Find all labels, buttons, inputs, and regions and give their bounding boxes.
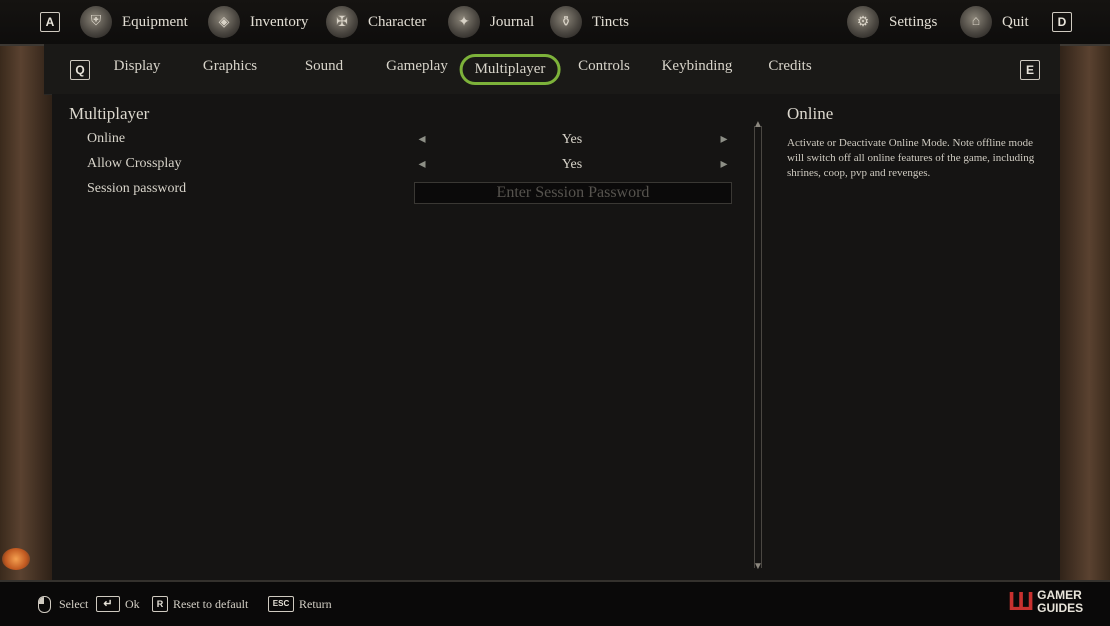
nav-label: Tincts — [592, 13, 629, 30]
logo-mark: Ш — [1008, 586, 1034, 616]
tab-credits[interactable]: Credits — [768, 58, 811, 75]
character-icon: ✠ — [326, 6, 358, 38]
left-wall-decoration — [0, 44, 52, 580]
arrow-left-icon[interactable]: ◂ — [414, 132, 430, 148]
setting-label-crossplay: Allow Crossplay — [87, 156, 182, 171]
gate-icon: ⌂ — [960, 6, 992, 38]
mouse-icon — [38, 595, 51, 613]
nav-label: Equipment — [122, 13, 188, 30]
hint-label: Return — [299, 596, 332, 611]
key-hint-e[interactable]: E — [1020, 60, 1040, 80]
tab-graphics[interactable]: Graphics — [203, 58, 257, 75]
setting-value-online[interactable]: Yes — [500, 132, 644, 148]
tab-controls[interactable]: Controls — [578, 58, 630, 75]
nav-label: Journal — [490, 13, 535, 30]
setting-label-online: Online — [87, 131, 126, 146]
hint-reset[interactable]: R Reset to default — [152, 582, 248, 626]
scrollbar[interactable] — [754, 126, 762, 568]
journal-icon: ✦ — [448, 6, 480, 38]
helmet-icon: ⛨ — [80, 6, 112, 38]
top-nav-bar: A ⛨ Equipment ◈ Inventory ✠ Character ✦ … — [0, 0, 1110, 46]
nav-item-equipment[interactable]: ⛨ Equipment — [80, 0, 188, 44]
info-title: Online — [787, 104, 834, 123]
esc-key-icon: ESC — [268, 596, 294, 612]
nav-label: Settings — [889, 13, 938, 30]
section-title: Multiplayer — [69, 104, 150, 123]
tab-sound[interactable]: Sound — [305, 58, 343, 75]
tab-multiplayer[interactable]: Multiplayer — [459, 54, 561, 85]
nav-item-settings[interactable]: ⚙ Settings — [847, 0, 937, 44]
hint-select[interactable]: Select — [38, 582, 88, 626]
setting-value-crossplay[interactable]: Yes — [500, 157, 644, 173]
arrow-right-icon[interactable]: ▸ — [716, 132, 732, 148]
hint-return[interactable]: ESC Return — [268, 582, 332, 626]
logo-line-1: GAMER — [1037, 587, 1082, 602]
nav-label: Character — [368, 13, 427, 30]
arrow-left-icon[interactable]: ◂ — [414, 157, 430, 173]
nav-item-character[interactable]: ✠ Character — [326, 0, 426, 44]
arrow-right-icon[interactable]: ▸ — [716, 157, 732, 173]
nav-item-tincts[interactable]: ⚱ Tincts — [550, 0, 629, 44]
candle-glow — [2, 548, 30, 570]
settings-icon: ⚙ — [847, 6, 879, 38]
r-key-icon: R — [152, 596, 168, 612]
settings-tab-bar: Q Display Graphics Sound Gameplay Multip… — [44, 44, 1060, 95]
logo-text: GAMER GUIDES — [1037, 587, 1084, 615]
hint-label: Ok — [125, 596, 140, 611]
enter-key-icon: ↵ — [96, 596, 120, 612]
nav-label: Inventory — [250, 13, 309, 30]
key-hint-d[interactable]: D — [1052, 12, 1072, 32]
nav-item-quit[interactable]: ⌂ Quit — [960, 0, 1029, 44]
session-password-input[interactable] — [414, 182, 732, 204]
logo-line-2: GUIDES — [1037, 600, 1084, 615]
hint-label: Reset to default — [173, 596, 249, 611]
right-wall-decoration — [1058, 44, 1110, 580]
nav-item-inventory[interactable]: ◈ Inventory — [208, 0, 308, 44]
nav-label: Quit — [1002, 13, 1029, 30]
gamer-guides-logo: Ш GAMER GUIDES — [1008, 586, 1083, 617]
info-description: Activate or Deactivate Online Mode. Note… — [787, 137, 1035, 179]
nav-item-journal[interactable]: ✦ Journal — [448, 0, 534, 44]
tab-gameplay[interactable]: Gameplay — [386, 58, 448, 75]
hint-label: Select — [59, 596, 89, 611]
tab-display[interactable]: Display — [114, 58, 161, 75]
setting-label-session-password: Session password — [87, 181, 187, 196]
bag-icon: ◈ — [208, 6, 240, 38]
key-hint-q[interactable]: Q — [70, 60, 90, 80]
bottom-hint-bar: Select ↵ Ok R Reset to default ESC Retur… — [0, 580, 1110, 626]
key-hint-a[interactable]: A — [40, 12, 60, 32]
tincts-icon: ⚱ — [550, 6, 582, 38]
hint-ok[interactable]: ↵ Ok — [96, 582, 140, 626]
scroll-down-icon[interactable]: ▼ — [752, 562, 764, 572]
tab-keybinding[interactable]: Keybinding — [662, 58, 733, 75]
